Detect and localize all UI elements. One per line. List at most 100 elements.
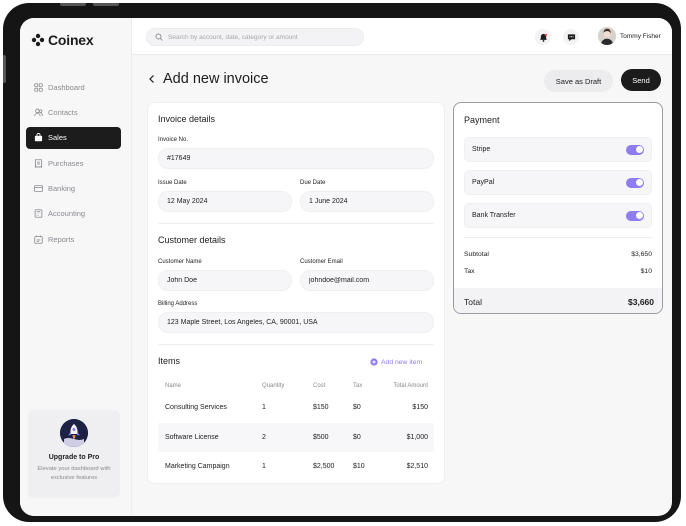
add-item-button[interactable]: Add new item [370, 358, 422, 366]
tablet-button [60, 3, 86, 6]
sidebar-item-dashboard[interactable]: Dashboard [26, 76, 121, 98]
payment-method-bank-transfer: Bank Transfer [464, 203, 652, 228]
column-header: Tax [353, 382, 363, 389]
item-quantity: 1 [262, 404, 266, 412]
rocket-icon [60, 419, 88, 447]
upgrade-card[interactable]: Upgrade to Pro Elevate your dashboard wi… [28, 410, 120, 498]
item-tax: $0 [353, 404, 361, 412]
user-name: Tommy Fisher [620, 32, 661, 40]
total-label: Total [464, 297, 482, 307]
invoice-form-card: Invoice details Invoice No. Issue Date D… [147, 102, 445, 484]
calendar-report-icon [34, 235, 43, 244]
sidebar-item-accounting[interactable]: Accounting [26, 203, 121, 225]
item-total: $1,000 [379, 422, 434, 452]
sidebar-item-label: Purchases [48, 158, 84, 168]
upgrade-description: Elevate your dashboard with exclusive fe… [37, 466, 111, 481]
invoice-details-title: Invoice details [158, 114, 216, 124]
item-name: Software License [158, 422, 255, 452]
sidebar-nav: Dashboard Contacts Sales Purchases Banki… [26, 76, 121, 254]
column-header: Quantity [262, 382, 285, 389]
items-title: Items [158, 356, 181, 366]
invoice-number-field[interactable] [158, 148, 434, 169]
sidebar-item-label: Reports [48, 234, 75, 244]
upgrade-title: Upgrade to Pro [48, 454, 100, 461]
due-date-label: Due Date [300, 180, 326, 186]
tax-value: $10 [640, 268, 652, 275]
billing-address-label: Billing Address [158, 301, 198, 307]
table-row[interactable]: Marketing Campaign 1 $2,500 $10 $2,510 [158, 452, 434, 482]
stripe-toggle[interactable] [626, 144, 644, 155]
table-row[interactable]: Software License 2 $500 $0 $1,000 [158, 422, 434, 452]
item-quantity: 1 [262, 463, 266, 471]
tax-label: Tax [464, 268, 475, 275]
item-total: $150 [412, 404, 428, 412]
items-table: Name Quantity Cost Tax Total Amount Cons… [158, 378, 434, 482]
notifications-button[interactable] [535, 29, 551, 45]
sidebar-item-sales[interactable]: Sales [26, 126, 121, 149]
divider [158, 223, 434, 224]
divider [464, 237, 652, 238]
table-row[interactable]: Consulting Services 1 $150 $0 $150 [158, 393, 434, 423]
total-bar: Total $3,660 [454, 288, 662, 313]
billing-address-field[interactable] [158, 312, 434, 333]
send-button[interactable]: Send [621, 69, 661, 91]
save-draft-button[interactable]: Save as Draft [544, 70, 613, 92]
logo[interactable]: Coinex [31, 32, 94, 48]
subtotal-value: $3,650 [631, 251, 652, 258]
user-menu[interactable]: Tommy Fisher [598, 27, 661, 45]
calculator-icon [34, 209, 43, 219]
sidebar-item-contacts[interactable]: Contacts [26, 101, 121, 123]
customer-name-field[interactable] [158, 270, 292, 291]
receipt-icon [34, 158, 43, 168]
customer-name-label: Customer Name [158, 259, 202, 265]
sidebar-item-purchases[interactable]: Purchases [26, 152, 121, 174]
tablet-button [93, 3, 119, 6]
sidebar-item-label: Dashboard [48, 82, 85, 92]
avatar [598, 27, 616, 45]
messages-button[interactable] [563, 29, 579, 45]
payment-method-label: Bank Transfer [472, 212, 516, 219]
item-tax: $0 [346, 422, 379, 452]
sidebar-item-label: Contacts [48, 107, 78, 117]
column-header: Name [165, 382, 182, 389]
item-name: Consulting Services [165, 404, 227, 412]
sidebar-item-reports[interactable]: Reports [26, 228, 121, 250]
customer-email-field[interactable] [300, 270, 434, 291]
issue-date-field[interactable] [158, 191, 292, 212]
payment-method-paypal: PayPal [464, 170, 652, 195]
total-value: $3,660 [628, 297, 654, 307]
card-icon [34, 185, 43, 192]
issue-date-label: Issue Date [158, 180, 187, 186]
table-header-row: Name Quantity Cost Tax Total Amount [158, 378, 434, 393]
bank-transfer-toggle[interactable] [626, 210, 644, 221]
tablet-button [3, 55, 6, 83]
payment-title: Payment [464, 115, 500, 125]
chat-icon [567, 33, 575, 41]
sidebar-item-label: Banking [48, 184, 76, 194]
item-cost: $2,500 [313, 463, 335, 471]
customer-email-label: Customer Email [300, 259, 343, 265]
topbar: Tommy Fisher [132, 18, 672, 55]
back-arrow-icon[interactable] [147, 74, 157, 84]
sidebar-item-banking[interactable]: Banking [26, 178, 121, 200]
column-header: Total Amount [393, 382, 428, 389]
plus-circle-icon [370, 358, 378, 366]
customer-details-title: Customer details [158, 235, 226, 245]
item-tax: $10 [353, 463, 365, 471]
sidebar-item-label: Accounting [48, 209, 86, 219]
due-date-field[interactable] [300, 191, 434, 212]
divider [158, 344, 434, 345]
sidebar: Coinex Dashboard Contacts Sales Purchase… [20, 18, 132, 516]
search-bar[interactable] [146, 28, 364, 46]
item-name: Marketing Campaign [165, 463, 230, 471]
payment-method-stripe: Stripe [464, 137, 652, 162]
screen: Coinex Dashboard Contacts Sales Purchase… [20, 18, 672, 516]
search-icon [155, 33, 163, 41]
search-input[interactable] [168, 33, 358, 41]
bell-icon [539, 33, 547, 42]
payment-method-label: PayPal [472, 179, 495, 186]
add-item-label: Add new item [381, 358, 423, 366]
paypal-toggle[interactable] [626, 177, 644, 188]
payment-card: Payment Stripe PayPal Bank Transfer Subt… [453, 102, 663, 314]
bag-icon [34, 133, 43, 142]
